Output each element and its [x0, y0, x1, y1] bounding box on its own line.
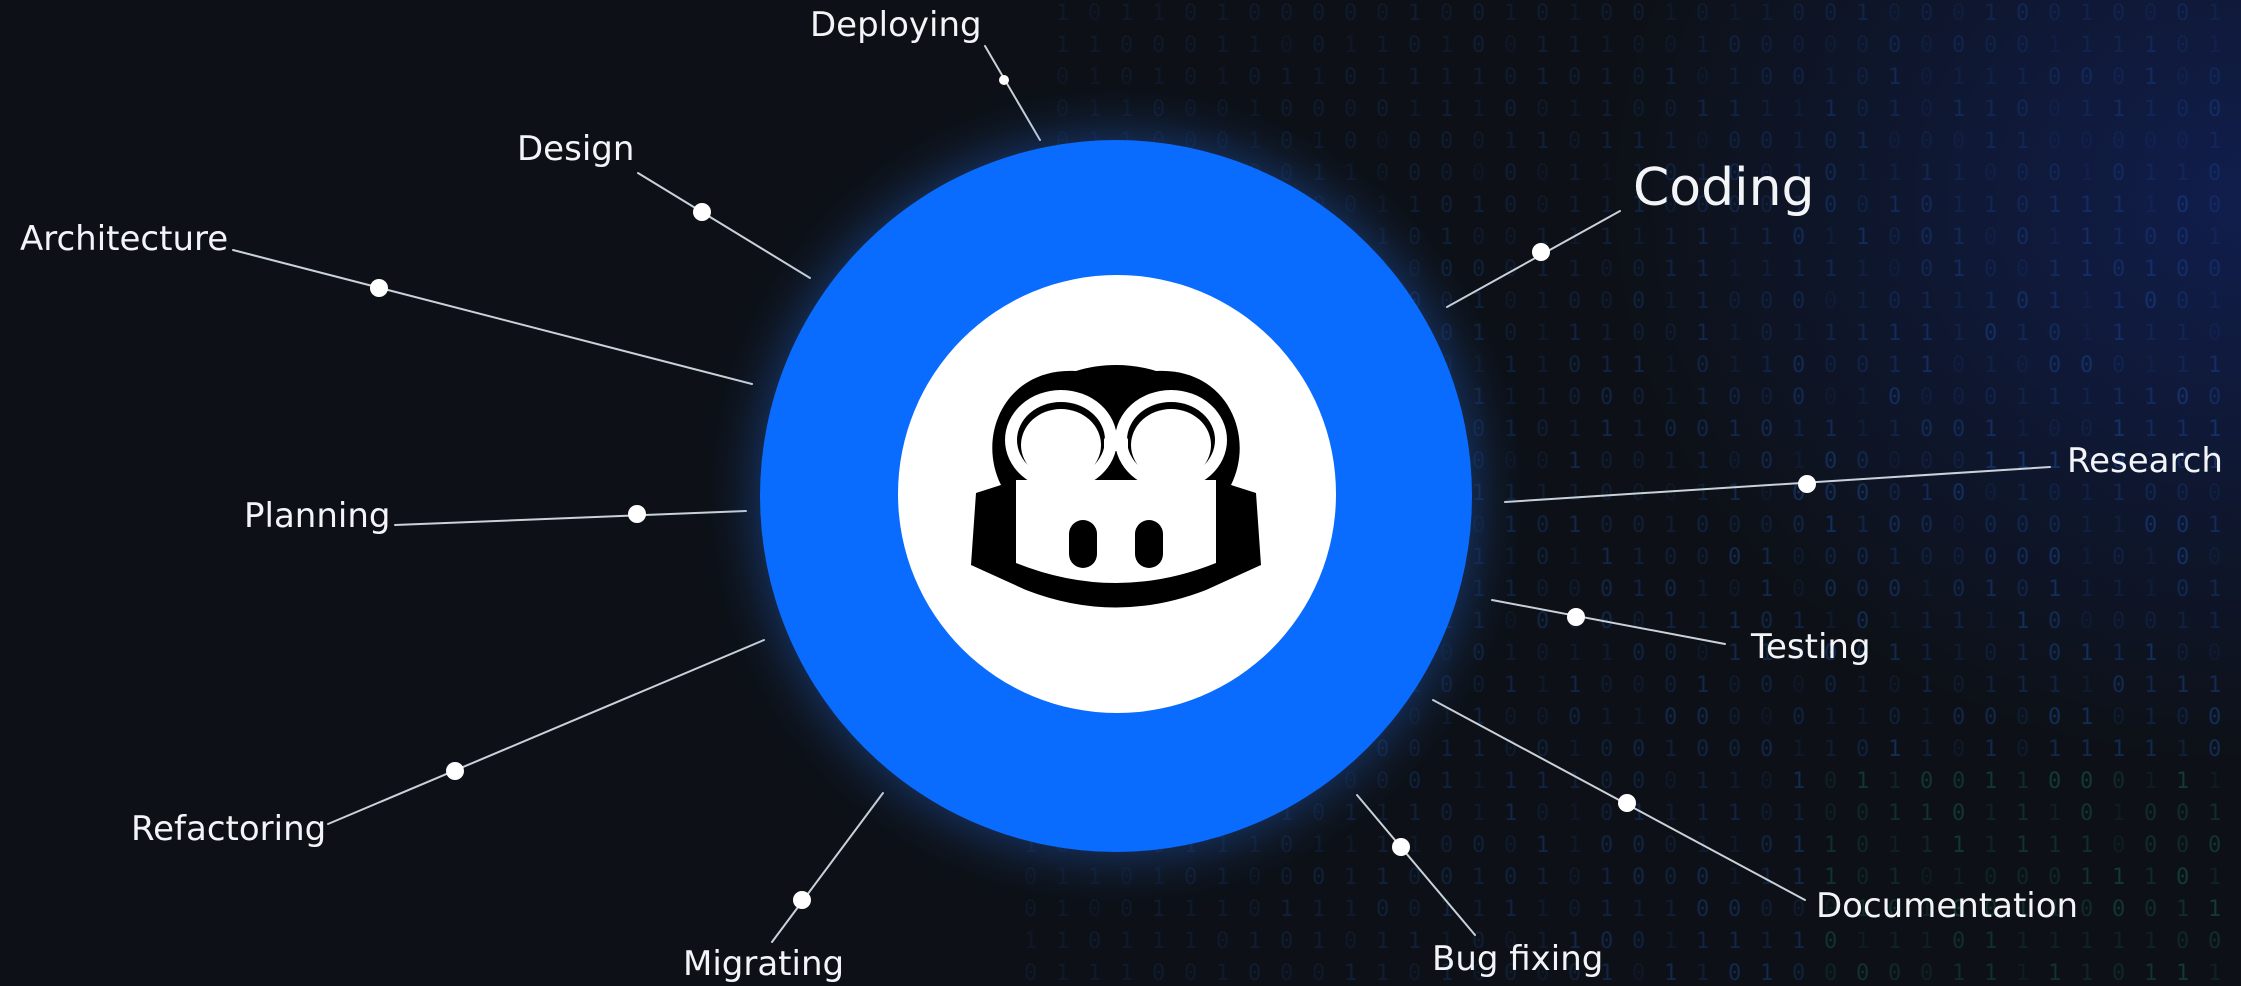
label-research: Research [2067, 441, 2223, 481]
label-documentation: Documentation [1816, 886, 2078, 926]
connector-dot-testing [1567, 608, 1585, 626]
connector-research [1504, 466, 2051, 503]
connector-design [637, 172, 811, 279]
connector-dot-migrating [793, 891, 811, 909]
label-migrating: Migrating [683, 944, 844, 984]
connector-dot-design [693, 203, 711, 221]
label-planning: Planning [244, 496, 390, 536]
connector-deploying [984, 45, 1041, 141]
center-hub [760, 140, 1472, 852]
connector-coding [1446, 210, 1621, 308]
copilot-goggles-icon [971, 365, 1261, 608]
connector-planning [394, 510, 747, 526]
connector-dot-refactoring [446, 762, 464, 780]
label-coding: Coding [1633, 158, 1815, 218]
connector-dot-deploying [999, 75, 1009, 85]
connector-dot-architecture [370, 279, 388, 297]
connector-dot-bug-fixing [1392, 838, 1410, 856]
connector-testing [1491, 599, 1726, 645]
label-architecture: Architecture [20, 219, 228, 259]
capability-diagram: Deploying Design Architecture Planning R… [20, 5, 2223, 984]
label-testing: Testing [1750, 627, 1871, 667]
connector-dot-coding [1532, 243, 1550, 261]
label-refactoring: Refactoring [131, 809, 326, 849]
connector-dot-research [1798, 475, 1816, 493]
connector-migrating [771, 792, 884, 943]
label-bug-fixing: Bug fixing [1432, 939, 1603, 979]
diagram-canvas: 1011010000010010100101100100010010001111… [0, 0, 2241, 986]
label-deploying: Deploying [810, 5, 982, 45]
connector-dot-documentation [1618, 794, 1636, 812]
connector-refactoring [327, 639, 765, 825]
label-design: Design [517, 129, 634, 169]
connector-dot-planning [628, 505, 646, 523]
connector-bug-fixing [1356, 794, 1476, 936]
connector-architecture [232, 249, 753, 385]
